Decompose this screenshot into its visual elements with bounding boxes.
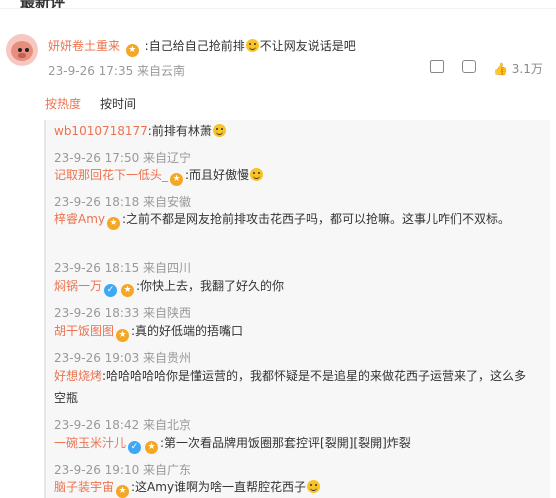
- fan-badge-icon: ★: [145, 441, 159, 454]
- reply-item: 好想烧烤:哈哈哈哈哈你是懂运营的，我都怀疑是不是追星的来做花西子运营来了，这么多…: [54, 365, 534, 409]
- reply-username[interactable]: 焖锅一万: [54, 279, 102, 293]
- like-button[interactable]: 👍 3.1万: [493, 60, 543, 77]
- proud-emoji-icon: [250, 168, 264, 181]
- main-text-b: 不让网友说话是吧: [259, 39, 356, 53]
- verified-badge-icon: ✓: [128, 441, 142, 454]
- smile-emoji-icon: [212, 124, 226, 137]
- main-text-a: :自己给自己抢前排: [144, 39, 245, 53]
- main-meta: 23-9-26 17:35 来自云南: [48, 64, 186, 78]
- replies-panel: wb1010718177:前排有林萧 23-9-26 17:50 来自辽宁 记取…: [44, 120, 550, 498]
- sort-time-tab[interactable]: 按时间: [100, 95, 136, 112]
- avatar-nose: [18, 53, 26, 58]
- reply-text: :哈哈哈哈哈你是懂运营的，我都怀疑是不是追星的来做花西子运营来了，这么多空瓶: [54, 369, 527, 405]
- reply-item: 焖锅一万 ✓ ★:你快上去，我翻了好久的你: [54, 275, 284, 297]
- reply-item: 梓睿Amy ★:之前不都是网友抢前排攻击花西子吗，都可以抢嘛。这事儿咋们不双标。: [54, 208, 534, 230]
- reply-username[interactable]: 脑子装宇宙: [54, 480, 114, 494]
- reply-text: :第一次看品牌用饭圈那套控评[裂開][裂開]炸裂: [160, 436, 411, 450]
- reply-meta: 23-9-26 19:03 来自贵州: [54, 351, 192, 365]
- reply-item: 一碗玉米汁儿 ✓ ★:第一次看品牌用饭圈那套控评[裂開][裂開]炸裂: [54, 432, 411, 454]
- divider: [0, 8, 556, 9]
- fan-badge-icon: ★: [116, 485, 130, 498]
- main-comment-line: 妍妍卷土重来 ★ :自己给自己抢前排 不让网友说话是吧: [48, 37, 356, 57]
- reply-item: wb1010718177:前排有林萧: [54, 120, 227, 142]
- reply-item: 脑子装宇宙 ★:这Amy谁啊为啥一直帮腔花西子: [54, 476, 321, 498]
- replies-divider: [44, 120, 46, 498]
- reply-text: :之前不都是网友抢前排攻击花西子吗，都可以抢嘛。这事儿咋们不双标。: [122, 212, 511, 226]
- reply-username[interactable]: wb1010718177: [54, 124, 148, 138]
- reply-text: :真的好低端的捂嘴口: [131, 324, 244, 338]
- section-title: 最新评: [20, 0, 66, 11]
- grin-emoji-icon: [245, 39, 259, 52]
- fan-badge-icon: ★: [170, 173, 184, 186]
- fan-badge-icon: ★: [121, 284, 135, 297]
- avatar-face: [11, 41, 33, 61]
- reply-username[interactable]: 梓睿Amy: [54, 212, 105, 226]
- fan-badge-icon: ★: [125, 44, 139, 57]
- fan-badge-icon: ★: [116, 329, 130, 342]
- reply-username[interactable]: 记取那回花下一低头_: [54, 168, 168, 182]
- reply-username[interactable]: 胡干饭图图: [54, 324, 114, 338]
- avatar-eye: [25, 48, 29, 52]
- comment-icon[interactable]: [462, 60, 476, 74]
- shock-emoji-icon: [307, 480, 321, 493]
- reply-text: :这Amy谁啊为啥一直帮腔花西子: [131, 480, 307, 494]
- share-icon[interactable]: [430, 60, 444, 74]
- reply-text: :而且好傲慢: [185, 168, 250, 182]
- reply-text: :前排有林萧: [147, 124, 212, 138]
- sort-hot-tab[interactable]: 按热度: [45, 95, 81, 112]
- main-username[interactable]: 妍妍卷土重来: [48, 39, 120, 53]
- reply-meta: 23-9-26 18:42 来自北京: [54, 418, 192, 432]
- reply-item: 胡干饭图图 ★:真的好低端的捂嘴口: [54, 320, 243, 342]
- fan-badge-icon: ★: [107, 217, 121, 230]
- reply-meta: 23-9-26 18:33 来自陕西: [54, 306, 192, 320]
- reply-username[interactable]: 好想烧烤: [54, 369, 102, 383]
- verified-badge-icon: ✓: [104, 284, 118, 297]
- reply-meta: 23-9-26 18:15 来自四川: [54, 261, 192, 275]
- thumbs-up-icon: 👍: [493, 62, 508, 76]
- avatar-eye: [18, 48, 22, 52]
- reply-username[interactable]: 一碗玉米汁儿: [54, 436, 126, 450]
- avatar[interactable]: [6, 34, 38, 66]
- reply-text: :你快上去，我翻了好久的你: [136, 279, 285, 293]
- reply-item: 记取那回花下一低头_ ★:而且好傲慢: [54, 164, 264, 186]
- like-count: 3.1万: [511, 62, 543, 76]
